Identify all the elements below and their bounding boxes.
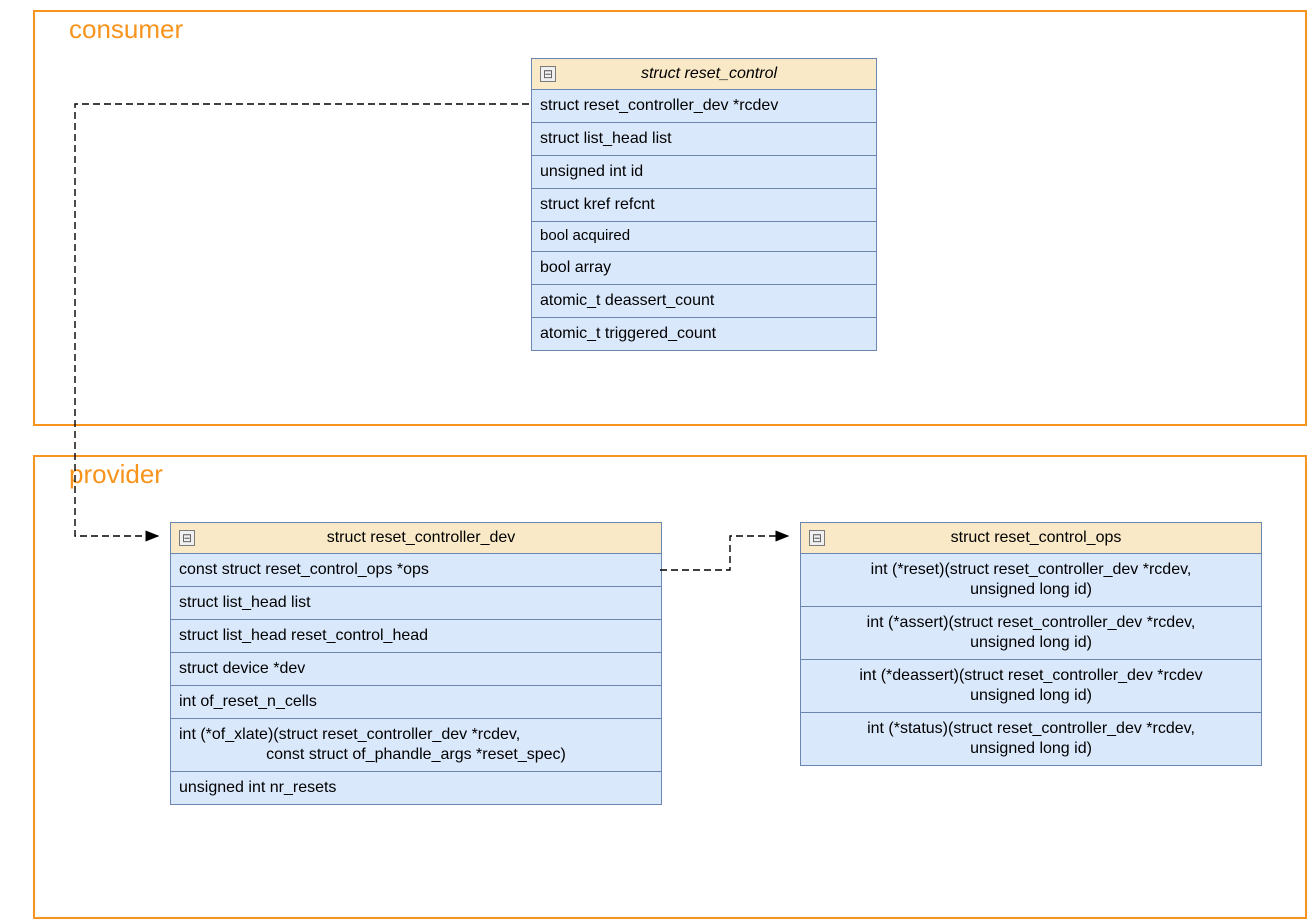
field: unsigned int nr_resets [171, 772, 661, 804]
field-line2: unsigned long id) [809, 580, 1253, 600]
field: struct reset_controller_dev *rcdev [532, 90, 876, 123]
field-line2: unsigned long id) [809, 739, 1253, 759]
field-line2: unsigned long id) [809, 686, 1253, 706]
collapse-icon[interactable]: ⊟ [809, 530, 825, 546]
struct-reset-controller-dev-title: struct reset_controller_dev [203, 529, 661, 547]
collapse-icon[interactable]: ⊟ [179, 530, 195, 546]
field-assert: int (*assert)(struct reset_controller_de… [801, 607, 1261, 660]
field: const struct reset_control_ops *ops [171, 554, 661, 587]
field: struct list_head list [171, 587, 661, 620]
diagram-root: consumer ⊟ struct reset_control struct r… [0, 0, 1316, 924]
struct-reset-control-ops-title: struct reset_control_ops [833, 529, 1261, 547]
field-deassert: int (*deassert)(struct reset_controller_… [801, 660, 1261, 713]
field-line1: int (*status)(struct reset_controller_de… [867, 720, 1195, 737]
field: struct device *dev [171, 653, 661, 686]
field-line1: int (*deassert)(struct reset_controller_… [859, 667, 1202, 684]
field-line1: int (*of_xlate)(struct reset_controller_… [179, 726, 520, 743]
field: unsigned int id [532, 156, 876, 189]
field-line2: const struct of_phandle_args *reset_spec… [179, 745, 653, 765]
field: bool acquired [532, 222, 876, 252]
group-provider-label: provider [65, 455, 167, 494]
field-line2: unsigned long id) [809, 633, 1253, 653]
struct-reset-controller-dev-header: ⊟ struct reset_controller_dev [171, 523, 661, 554]
struct-reset-control: ⊟ struct reset_control struct reset_cont… [531, 58, 877, 351]
field-line1: int (*assert)(struct reset_controller_de… [867, 614, 1196, 631]
struct-reset-controller-dev: ⊟ struct reset_controller_dev const stru… [170, 522, 662, 805]
group-provider: provider ⊟ struct reset_controller_dev c… [33, 455, 1307, 919]
field: struct kref refcnt [532, 189, 876, 222]
field: bool array [532, 252, 876, 285]
field: atomic_t deassert_count [532, 285, 876, 318]
struct-reset-control-header: ⊟ struct reset_control [532, 59, 876, 90]
field-reset: int (*reset)(struct reset_controller_dev… [801, 554, 1261, 607]
collapse-icon[interactable]: ⊟ [540, 66, 556, 82]
field: atomic_t triggered_count [532, 318, 876, 350]
group-consumer-label: consumer [65, 10, 187, 49]
field-of-xlate: int (*of_xlate)(struct reset_controller_… [171, 719, 661, 772]
field: struct list_head reset_control_head [171, 620, 661, 653]
struct-reset-control-ops-header: ⊟ struct reset_control_ops [801, 523, 1261, 554]
field: struct list_head list [532, 123, 876, 156]
field-line1: int (*reset)(struct reset_controller_dev… [871, 561, 1192, 578]
group-consumer: consumer ⊟ struct reset_control struct r… [33, 10, 1307, 426]
struct-reset-control-ops: ⊟ struct reset_control_ops int (*reset)(… [800, 522, 1262, 766]
field-status: int (*status)(struct reset_controller_de… [801, 713, 1261, 765]
field: int of_reset_n_cells [171, 686, 661, 719]
struct-reset-control-title: struct reset_control [564, 65, 876, 83]
